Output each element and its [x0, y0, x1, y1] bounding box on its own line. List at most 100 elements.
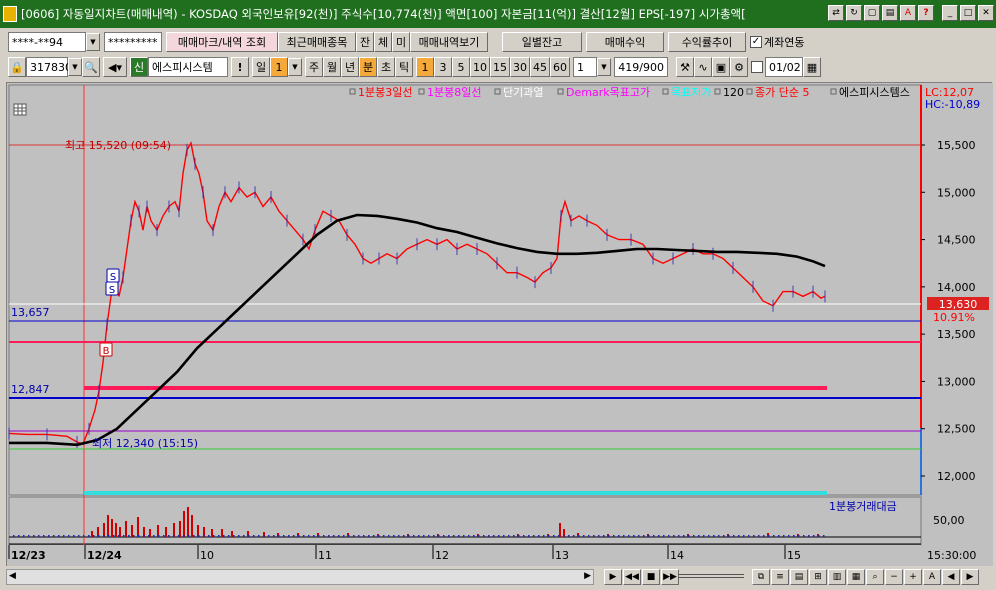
- period-day[interactable]: 일: [252, 57, 270, 77]
- stop-icon[interactable]: ■: [642, 569, 660, 585]
- print-icon[interactable]: ▤: [882, 5, 898, 21]
- account-dropdown[interactable]: ▼: [86, 33, 100, 51]
- period-week[interactable]: 주: [305, 57, 323, 77]
- sell-marker[interactable]: S: [106, 268, 120, 283]
- daily-balance-button[interactable]: 일별잔고: [502, 32, 582, 52]
- volume-bar: [383, 535, 385, 537]
- link-chart-icon[interactable]: ∿: [694, 57, 712, 77]
- scroll-right-icon[interactable]: ▶: [584, 571, 591, 581]
- volume-bar: [583, 535, 585, 537]
- period-month[interactable]: 월: [323, 57, 341, 77]
- play-icon[interactable]: ▶: [604, 569, 622, 585]
- trade-profit-button[interactable]: 매매수익: [586, 32, 664, 52]
- account-link-checkbox[interactable]: ✓: [750, 36, 762, 48]
- pen-icon[interactable]: A: [900, 5, 916, 21]
- balance-button[interactable]: 잔: [356, 32, 374, 52]
- nav-right-icon[interactable]: ▶: [961, 569, 979, 585]
- buy-marker[interactable]: B: [99, 342, 113, 357]
- volume-bar: [378, 535, 380, 537]
- trade-history-button[interactable]: 매매내역보기: [410, 32, 488, 52]
- day-count-dropdown[interactable]: ▼: [288, 58, 302, 76]
- stock-code-dropdown[interactable]: ▼: [68, 58, 82, 76]
- refresh-icon[interactable]: ↻: [846, 5, 862, 21]
- interval-5[interactable]: 5: [452, 57, 470, 77]
- volume-bar: [673, 535, 675, 537]
- volume-bar: [823, 535, 825, 537]
- period-year[interactable]: 년: [341, 57, 359, 77]
- chart-candle-icon[interactable]: ⊞: [809, 569, 827, 585]
- interval-15[interactable]: 15: [490, 57, 510, 77]
- interval-1[interactable]: 1: [416, 57, 434, 77]
- chart-scrollbar[interactable]: ◀ ▶: [6, 569, 594, 585]
- minimize-icon[interactable]: _: [942, 5, 958, 21]
- chart-line-icon[interactable]: ≡: [771, 569, 789, 585]
- interval-value-dropdown[interactable]: ▼: [597, 58, 611, 76]
- chart-fill-icon[interactable]: ▥: [828, 569, 846, 585]
- volume-pane[interactable]: [8, 496, 922, 546]
- close-icon[interactable]: ✕: [978, 5, 994, 21]
- date-checkbox[interactable]: [751, 61, 763, 73]
- zoom-icon[interactable]: ⌕: [866, 569, 884, 585]
- executed-button[interactable]: 체: [374, 32, 392, 52]
- day-count-field[interactable]: 1: [270, 57, 288, 77]
- maximize-icon[interactable]: □: [960, 5, 976, 21]
- password-field[interactable]: *********: [104, 32, 162, 52]
- volume-bar: [118, 535, 120, 537]
- trade-mark-button[interactable]: 매매마크/내역 조회: [166, 32, 278, 52]
- window-icon[interactable]: ▢: [864, 5, 880, 21]
- save-icon[interactable]: ▣: [712, 57, 730, 77]
- account-number-field[interactable]: ****-**94: [8, 32, 86, 52]
- new-indicator-icon[interactable]: 신: [130, 57, 148, 77]
- date-field[interactable]: 01/02: [765, 57, 803, 77]
- account-link-label: 계좌연동: [764, 36, 805, 49]
- zoom-slider[interactable]: [678, 574, 744, 578]
- chart-area[interactable]: 1분봉3일선 1분봉8일선 단기과열 Demark목표고가 목표저가 120 종가 단순 5…: [6, 82, 993, 567]
- interval-value-field[interactable]: 1: [573, 57, 597, 77]
- help-icon[interactable]: ?: [918, 5, 934, 21]
- forward-icon[interactable]: ▶▶: [661, 569, 679, 585]
- volume-bar: [498, 535, 500, 537]
- chart-tool-icon[interactable]: ⚒: [676, 57, 694, 77]
- high-annotation: 최고 15,520 (09:54): [65, 139, 171, 152]
- nav-left-icon[interactable]: ◀: [942, 569, 960, 585]
- lock-icon[interactable]: 🔒: [8, 57, 26, 77]
- return-trend-button[interactable]: 수익률추이: [668, 32, 746, 52]
- search-icon[interactable]: 🔍: [82, 57, 100, 77]
- volume-bar: [283, 535, 285, 537]
- interval-60[interactable]: 60: [550, 57, 570, 77]
- stock-code-field[interactable]: 317830: [26, 57, 72, 77]
- period-tick[interactable]: 틱: [395, 57, 413, 77]
- price-chart[interactable]: 1분봉3일선 1분봉8일선 단기과열 Demark목표고가 목표저가 120 종가 단순 5…: [7, 83, 993, 567]
- rewind-icon[interactable]: ◀◀: [623, 569, 641, 585]
- recent-trades-button[interactable]: 최근매매종목: [278, 32, 356, 52]
- zoom-out-icon[interactable]: −: [885, 569, 903, 585]
- period-second[interactable]: 초: [377, 57, 395, 77]
- count-display: 419/900: [614, 57, 668, 77]
- level-label-2: 12,847: [11, 383, 50, 396]
- title-bar-icons: ⇄ ↻ ▢ ▤ A ? _ □ ✕: [828, 5, 994, 21]
- legend-item: 단기과열: [503, 86, 543, 99]
- zoom-in-icon[interactable]: +: [904, 569, 922, 585]
- period-minute[interactable]: 분: [359, 57, 377, 77]
- interval-30[interactable]: 30: [510, 57, 530, 77]
- unexecuted-button[interactable]: 미: [392, 32, 410, 52]
- interval-45[interactable]: 45: [530, 57, 550, 77]
- grid-settings-icon[interactable]: [13, 103, 27, 116]
- sound-icon[interactable]: ◀▾: [103, 57, 127, 77]
- scroll-left-icon[interactable]: ◀: [9, 571, 16, 581]
- account-link-toggle[interactable]: ✓ 계좌연동: [750, 34, 804, 50]
- volume-bar: [228, 535, 230, 537]
- notice-icon[interactable]: !: [231, 57, 249, 77]
- volume-bar: [328, 535, 330, 537]
- text-icon[interactable]: A: [923, 569, 941, 585]
- link-icon[interactable]: ⇄: [828, 5, 844, 21]
- settings-icon[interactable]: ⚙: [730, 57, 748, 77]
- calendar-icon[interactable]: ▦: [803, 57, 821, 77]
- interval-10[interactable]: 10: [470, 57, 490, 77]
- chart-bar-icon[interactable]: ▤: [790, 569, 808, 585]
- interval-3[interactable]: 3: [434, 57, 452, 77]
- chart-copy-icon[interactable]: ⧉: [752, 569, 770, 585]
- sell-marker[interactable]: S: [105, 281, 119, 296]
- chart-grid-icon[interactable]: ▦: [847, 569, 865, 585]
- volume-bar: [143, 535, 145, 537]
